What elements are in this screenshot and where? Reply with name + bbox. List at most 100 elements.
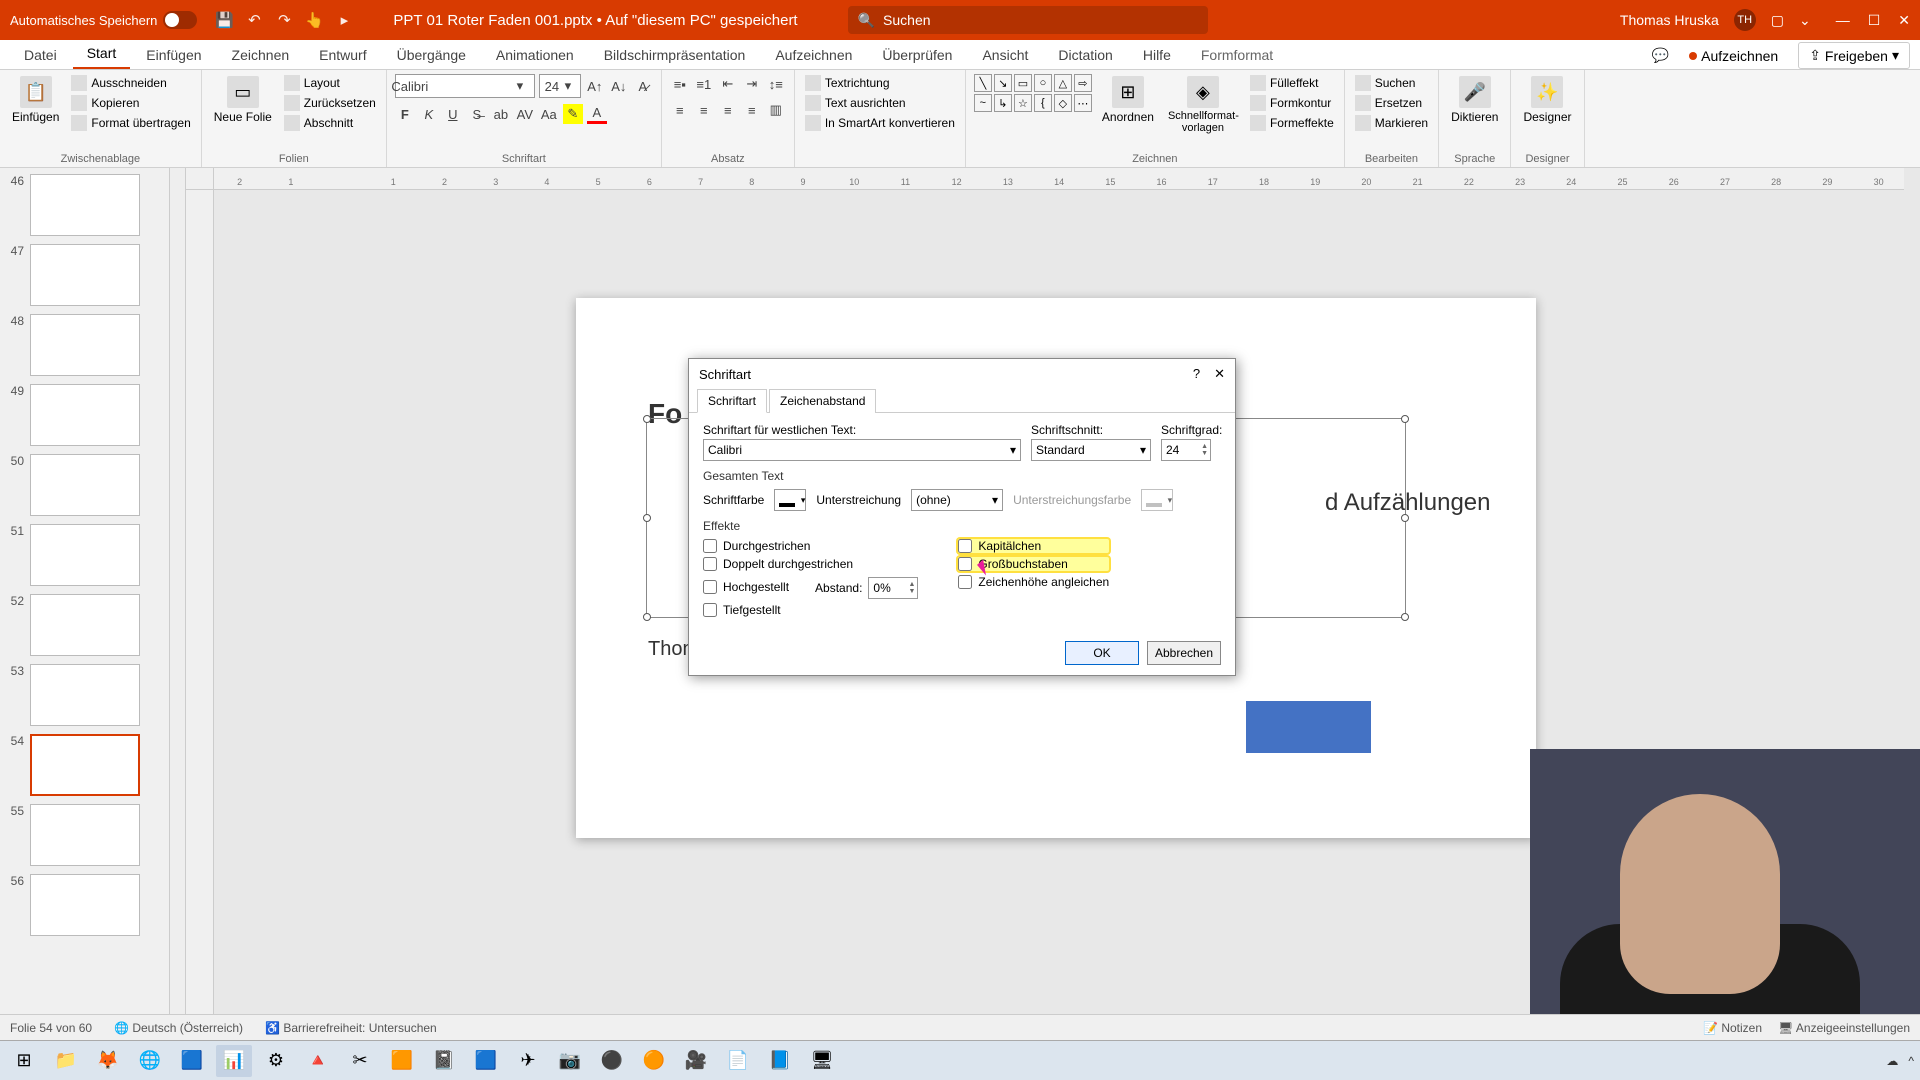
save-icon[interactable]: 💾 bbox=[215, 11, 233, 29]
shape-ellipse-icon[interactable]: ○ bbox=[1034, 74, 1052, 92]
columns-icon[interactable]: ▥ bbox=[766, 100, 786, 120]
tab-hilfe[interactable]: Hilfe bbox=[1129, 41, 1185, 69]
tab-einfuegen[interactable]: Einfügen bbox=[132, 41, 215, 69]
horizontal-ruler[interactable]: 2112345678910111213141516171819202122232… bbox=[214, 168, 1904, 190]
tab-animationen[interactable]: Animationen bbox=[482, 41, 588, 69]
shape-rect-icon[interactable]: ▭ bbox=[1014, 74, 1032, 92]
font-western-combo[interactable]: Calibri▾ bbox=[703, 439, 1021, 461]
tab-aufzeichnen[interactable]: Aufzeichnen bbox=[761, 41, 866, 69]
quick-styles-button[interactable]: ◈Schnellformat-vorlagen bbox=[1164, 74, 1242, 136]
thumb-preview[interactable] bbox=[30, 384, 140, 446]
accessibility-checker[interactable]: ♿ Barrierefreiheit: Untersuchen bbox=[265, 1021, 437, 1035]
display-settings[interactable]: 🖥 Anzeigeeinstellungen bbox=[1778, 1021, 1910, 1035]
thumb-preview[interactable] bbox=[30, 454, 140, 516]
offset-spinner[interactable]: 0%▲▼ bbox=[868, 577, 918, 599]
shape-arrow-icon[interactable]: ↘ bbox=[994, 74, 1012, 92]
reset-button[interactable]: Zurücksetzen bbox=[282, 94, 378, 112]
shape-callout-icon[interactable]: ◇ bbox=[1054, 94, 1072, 112]
shape-star-icon[interactable]: ☆ bbox=[1014, 94, 1032, 112]
close-icon[interactable]: ✕ bbox=[1898, 12, 1910, 29]
toggle-switch[interactable] bbox=[163, 11, 197, 29]
shape-curve-icon[interactable]: ~ bbox=[974, 94, 992, 112]
tab-ansicht[interactable]: Ansicht bbox=[968, 41, 1042, 69]
tab-uebergaenge[interactable]: Übergänge bbox=[383, 41, 480, 69]
find-button[interactable]: Suchen bbox=[1353, 74, 1430, 92]
taskbar-powerpoint-icon[interactable]: 📊 bbox=[216, 1045, 252, 1077]
cancel-button[interactable]: Abbrechen bbox=[1147, 641, 1221, 665]
slide-thumbnails[interactable]: 4647484950515253545556 bbox=[0, 168, 170, 1014]
thumbnail-slide[interactable]: 48 bbox=[4, 314, 169, 376]
line-spacing-icon[interactable]: ↕≡ bbox=[766, 74, 786, 94]
close-dialog-icon[interactable]: ✕ bbox=[1214, 366, 1225, 382]
highlight-icon[interactable]: ✎ bbox=[563, 104, 583, 124]
ok-button[interactable]: OK bbox=[1065, 641, 1139, 665]
increase-indent-icon[interactable]: ⇥ bbox=[742, 74, 762, 94]
autosave-toggle[interactable]: Automatisches Speichern bbox=[10, 11, 197, 29]
dialog-tab-schriftart[interactable]: Schriftart bbox=[697, 389, 767, 413]
taskbar-chrome-icon[interactable]: 🌐 bbox=[132, 1045, 168, 1077]
thumbnail-slide[interactable]: 47 bbox=[4, 244, 169, 306]
shape-arrow2-icon[interactable]: ⇨ bbox=[1074, 74, 1092, 92]
thumb-preview[interactable] bbox=[30, 804, 140, 866]
tray-chevron-icon[interactable]: ^ bbox=[1908, 1054, 1914, 1068]
shapes-gallery[interactable]: ╲↘▭○△⇨ ~↳☆{◇⋯ bbox=[974, 74, 1092, 112]
start-slideshow-icon[interactable]: ▸ bbox=[335, 11, 353, 29]
checkbox-subscript[interactable]: Tiefgestellt bbox=[703, 603, 918, 617]
replace-button[interactable]: Ersetzen bbox=[1353, 94, 1430, 112]
checkbox-double-strikethrough[interactable]: Doppelt durchgestrichen bbox=[703, 557, 918, 571]
text-direction-button[interactable]: Textrichtung bbox=[803, 74, 957, 92]
change-case-icon[interactable]: Aa bbox=[539, 104, 559, 124]
shape-fill-button[interactable]: Fülleffekt bbox=[1248, 74, 1336, 92]
thumb-preview[interactable] bbox=[30, 874, 140, 936]
taskbar-app6-icon[interactable]: 📄 bbox=[720, 1045, 756, 1077]
section-button[interactable]: Abschnitt bbox=[282, 114, 378, 132]
taskbar-zoom-icon[interactable]: 🎥 bbox=[678, 1045, 714, 1077]
start-button[interactable]: ⊞ bbox=[6, 1045, 42, 1077]
undo-icon[interactable]: ↶ bbox=[245, 11, 263, 29]
blue-rectangle-shape[interactable] bbox=[1246, 701, 1371, 753]
thumb-scrollbar[interactable] bbox=[170, 168, 186, 1014]
tab-zeichnen[interactable]: Zeichnen bbox=[218, 41, 304, 69]
resize-handle[interactable] bbox=[1401, 613, 1409, 621]
underline-color-picker[interactable]: ▾ bbox=[1141, 489, 1173, 511]
redo-icon[interactable]: ↷ bbox=[275, 11, 293, 29]
copy-button[interactable]: Kopieren bbox=[69, 94, 192, 112]
spin-up-icon[interactable]: ▲ bbox=[908, 581, 915, 588]
bullets-icon[interactable]: ≡▪ bbox=[670, 74, 690, 94]
slide-counter[interactable]: Folie 54 von 60 bbox=[10, 1021, 92, 1035]
underline-icon[interactable]: U bbox=[443, 104, 463, 124]
taskbar-app7-icon[interactable]: 🖥 bbox=[804, 1045, 840, 1077]
share-button[interactable]: ⇪Freigeben▾ bbox=[1798, 42, 1910, 69]
font-name-combo[interactable]: Calibri▾ bbox=[395, 74, 535, 98]
font-color-icon[interactable]: A bbox=[587, 104, 607, 124]
align-left-icon[interactable]: ≡ bbox=[670, 100, 690, 120]
justify-icon[interactable]: ≡ bbox=[742, 100, 762, 120]
taskbar-onenote-icon[interactable]: 📓 bbox=[426, 1045, 462, 1077]
increase-font-icon[interactable]: A↑ bbox=[585, 76, 605, 96]
shape-connector-icon[interactable]: ↳ bbox=[994, 94, 1012, 112]
thumb-preview[interactable] bbox=[30, 244, 140, 306]
thumb-preview[interactable] bbox=[30, 664, 140, 726]
tab-dictation[interactable]: Dictation bbox=[1044, 41, 1126, 69]
arrange-button[interactable]: ⊞Anordnen bbox=[1098, 74, 1158, 126]
numbering-icon[interactable]: ≡1 bbox=[694, 74, 714, 94]
shape-triangle-icon[interactable]: △ bbox=[1054, 74, 1072, 92]
vertical-ruler[interactable] bbox=[186, 190, 214, 1014]
cut-button[interactable]: Ausschneiden bbox=[69, 74, 192, 92]
help-icon[interactable]: ? bbox=[1193, 366, 1200, 382]
designer-button[interactable]: ✨Designer bbox=[1519, 74, 1575, 126]
spin-down-icon[interactable]: ▼ bbox=[1201, 450, 1208, 457]
paste-button[interactable]: 📋Einfügen bbox=[8, 74, 63, 126]
user-avatar[interactable]: TH bbox=[1734, 9, 1756, 31]
convert-smartart-button[interactable]: In SmartArt konvertieren bbox=[803, 114, 957, 132]
tab-datei[interactable]: Datei bbox=[10, 41, 71, 69]
decrease-font-icon[interactable]: A↓ bbox=[609, 76, 629, 96]
comments-icon[interactable]: 💬 bbox=[1652, 47, 1669, 64]
resize-handle[interactable] bbox=[643, 613, 651, 621]
taskbar-explorer-icon[interactable]: 📁 bbox=[48, 1045, 84, 1077]
taskbar-word-icon[interactable]: 📘 bbox=[762, 1045, 798, 1077]
shape-brace-icon[interactable]: { bbox=[1034, 94, 1052, 112]
thumbnail-slide[interactable]: 46 bbox=[4, 174, 169, 236]
resize-handle[interactable] bbox=[1401, 415, 1409, 423]
thumb-preview[interactable] bbox=[30, 174, 140, 236]
